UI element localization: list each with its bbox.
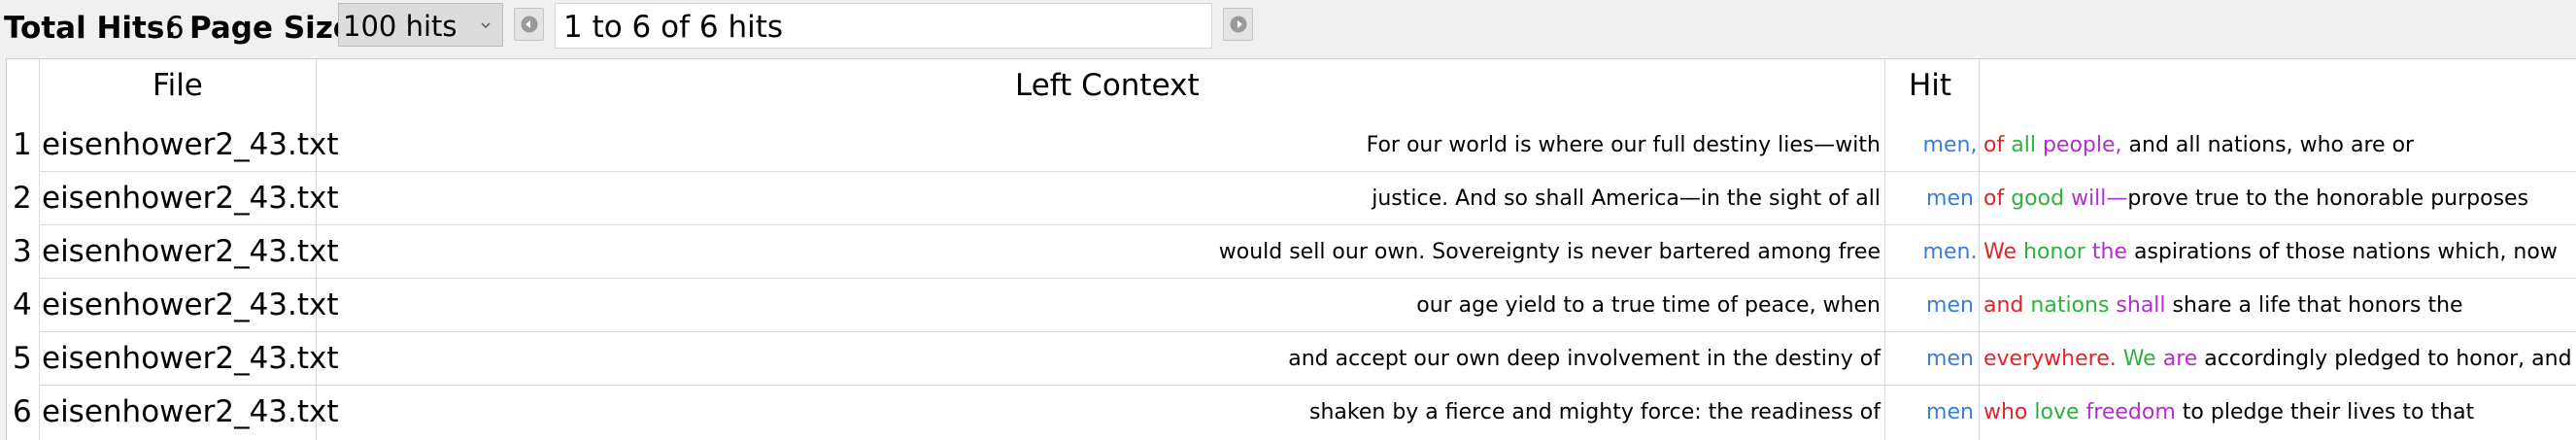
right-context-rest: share a life that honors the xyxy=(2172,293,2463,318)
column-header-file[interactable]: File xyxy=(153,67,203,104)
right-context-cell: who love freedom to pledge their lives t… xyxy=(1983,399,2474,426)
right-word-3: people, xyxy=(2042,133,2122,157)
right-word-3: shall xyxy=(2116,293,2166,318)
next-page-button[interactable] xyxy=(1223,8,1253,41)
page-size-select[interactable]: 100 hits xyxy=(338,3,503,47)
left-context-cell: would sell our own. Sovereignty is never… xyxy=(1218,240,1881,264)
table-row[interactable]: 1 eisenhower2_43.txt For our world is wh… xyxy=(7,118,2576,172)
column-header-left-context[interactable]: Left Context xyxy=(1015,67,1200,104)
results-table: File Left Context Hit 1 eisenhower2_43.t… xyxy=(6,58,2576,440)
right-word-2: honor xyxy=(2023,240,2085,264)
right-context-rest: to pledge their lives to that xyxy=(2182,400,2475,424)
right-word-3: are xyxy=(2162,347,2198,371)
right-word-2: We xyxy=(2122,347,2156,371)
file-cell: eisenhower2_43.txt xyxy=(42,127,339,162)
hit-cell: men xyxy=(1926,293,1974,318)
row-number: 4 xyxy=(13,288,32,322)
total-hits-value: 6 xyxy=(165,11,185,46)
right-context-rest: prove true to the honorable purposes xyxy=(2127,186,2529,211)
table-row[interactable]: 3 eisenhower2_43.txt would sell our own.… xyxy=(7,225,2576,279)
right-word-2: all xyxy=(2011,133,2036,157)
prev-page-button[interactable] xyxy=(514,8,544,41)
right-word-2: nations xyxy=(2030,293,2110,318)
toolbar: Total Hits: 6 Page Size 100 hits 1 to 6 … xyxy=(0,0,2576,56)
right-context-rest: and all nations, who are or xyxy=(2128,133,2415,157)
right-word-2: good xyxy=(2011,186,2065,211)
hit-cell: men xyxy=(1926,347,1974,371)
left-context-cell: justice. And so shall America—in the sig… xyxy=(1372,186,1881,211)
right-word-3: freedom xyxy=(2085,400,2176,424)
arrow-right-circle-icon xyxy=(1230,16,1247,33)
right-word-1: everywhere. xyxy=(1983,347,2117,371)
hit-cell: men xyxy=(1926,400,1974,424)
right-word-2: love xyxy=(2034,400,2080,424)
right-word-1: and xyxy=(1983,293,2024,318)
hit-cell: men, xyxy=(1922,133,1978,157)
file-cell: eisenhower2_43.txt xyxy=(42,181,339,216)
column-header-hit[interactable]: Hit xyxy=(1909,67,1951,104)
total-hits-label: Total Hits: xyxy=(4,11,177,46)
left-context-cell: and accept our own deep involvement in t… xyxy=(1288,347,1881,371)
row-number: 2 xyxy=(13,181,32,216)
table-row[interactable]: 5 eisenhower2_43.txt and accept our own … xyxy=(7,332,2576,386)
table-row[interactable]: 4 eisenhower2_43.txt our age yield to a … xyxy=(7,279,2576,332)
row-number: 6 xyxy=(13,394,32,429)
file-cell: eisenhower2_43.txt xyxy=(42,394,339,429)
right-context-cell: and nations shall share a life that hono… xyxy=(1983,292,2463,320)
range-text: 1 to 6 of 6 hits xyxy=(563,10,784,45)
row-number: 5 xyxy=(13,341,32,376)
right-word-1: who xyxy=(1983,400,2028,424)
table-row[interactable]: 2 eisenhower2_43.txt justice. And so sha… xyxy=(7,172,2576,225)
right-context-cell: We honor the aspirations of those nation… xyxy=(1983,239,2558,266)
file-cell: eisenhower2_43.txt xyxy=(42,234,339,269)
left-context-cell: For our world is where our full destiny … xyxy=(1366,133,1881,157)
right-context-cell: everywhere. We are accordingly pledged t… xyxy=(1983,346,2576,373)
right-word-3: the xyxy=(2091,240,2127,264)
right-context-rest: accordingly pledged to honor, and to xyxy=(2204,347,2576,371)
right-word-1: of xyxy=(1983,133,2005,157)
row-number: 3 xyxy=(13,234,32,269)
row-number: 1 xyxy=(13,127,32,162)
left-context-cell: our age yield to a true time of peace, w… xyxy=(1416,293,1881,318)
right-word-1: We xyxy=(1983,240,2017,264)
right-context-rest: aspirations of those nations which, now xyxy=(2133,240,2558,264)
hit-cell: men xyxy=(1926,186,1974,211)
chevron-down-icon xyxy=(481,22,491,29)
right-context-cell: of good will—prove true to the honorable… xyxy=(1983,186,2528,213)
arrow-left-circle-icon xyxy=(521,16,538,33)
page-size-label: Page Size xyxy=(189,11,354,46)
file-cell: eisenhower2_43.txt xyxy=(42,288,339,322)
right-word-1: of xyxy=(1983,186,2005,211)
left-context-cell: shaken by a fierce and mighty force: the… xyxy=(1309,400,1881,424)
page-size-value: 100 hits xyxy=(343,10,458,43)
right-word-3: will— xyxy=(2071,186,2128,211)
file-cell: eisenhower2_43.txt xyxy=(42,341,339,376)
hit-cell: men. xyxy=(1922,240,1978,264)
range-field[interactable]: 1 to 6 of 6 hits xyxy=(555,3,1212,49)
right-context-cell: of all people, and all nations, who are … xyxy=(1983,132,2414,159)
table-row[interactable]: 6 eisenhower2_43.txt shaken by a fierce … xyxy=(7,386,2576,439)
